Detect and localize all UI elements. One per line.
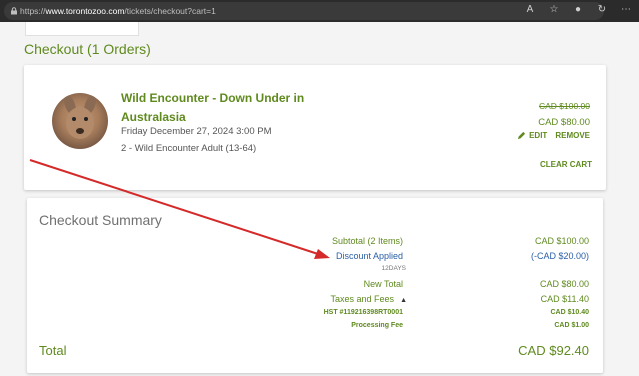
processing-label: Processing Fee: [351, 322, 403, 329]
discount-value: (-CAD $20.00): [530, 251, 589, 261]
url-path: /tickets/checkout?cart=1: [124, 6, 216, 16]
kangaroo-avatar: [52, 93, 108, 149]
url-prefix: https://: [20, 6, 46, 16]
subtotal-value: CAD $100.00: [534, 236, 589, 246]
pencil-icon: [517, 131, 526, 140]
read-aloud-icon[interactable]: A: [523, 3, 537, 17]
new-total-label: New Total: [363, 279, 403, 289]
processing-value: CAD $1.00: [554, 322, 589, 329]
total-label: Total: [39, 343, 67, 358]
browser-toolbar: https://www.torontozoo.com/tickets/check…: [0, 0, 639, 22]
summary-title: Checkout Summary: [39, 212, 162, 228]
product-date: Friday December 27, 2024 3:00 PM: [121, 126, 272, 137]
taxes-value: CAD $11.40: [540, 294, 589, 304]
checkout-summary-card: Checkout Summary Subtotal (2 Items) CAD …: [27, 198, 603, 373]
checkout-page: Checkout (1 Orders) Wild Encounter - Dow…: [0, 22, 639, 376]
item-actions: EDIT REMOVE: [517, 131, 590, 140]
subtotal-label: Subtotal (2 Items): [331, 236, 403, 246]
edit-label: EDIT: [529, 131, 548, 140]
cart-item-card: Wild Encounter - Down Under in Australas…: [24, 65, 606, 190]
extension-icon[interactable]: ●: [571, 3, 585, 17]
product-name[interactable]: Wild Encounter - Down Under in Australas…: [121, 89, 321, 127]
hst-value: CAD $10.40: [550, 309, 589, 316]
clear-cart-button[interactable]: CLEAR CART: [540, 160, 592, 169]
favorite-star-icon[interactable]: ☆: [547, 3, 561, 17]
discounted-price: CAD $80.00: [538, 117, 590, 128]
remove-button[interactable]: REMOVE: [555, 131, 590, 140]
original-price: CAD $100.00: [538, 101, 590, 111]
discount-label: Discount Applied: [335, 251, 403, 261]
more-icon[interactable]: ⋯: [619, 3, 633, 17]
hst-label: HST #119216398RT0001: [323, 309, 403, 316]
url-host: www.torontozoo.com: [45, 6, 125, 16]
page-title: Checkout (1 Orders): [24, 41, 151, 57]
taxes-toggle[interactable]: Taxes and Fees ▲: [331, 294, 407, 304]
refresh-icon[interactable]: ↻: [595, 3, 609, 17]
taxes-label: Taxes and Fees: [330, 294, 395, 304]
ticket-quantity: 2 - Wild Encounter Adult (13-64): [121, 143, 257, 154]
chevron-up-icon: ▲: [400, 297, 407, 304]
edit-button[interactable]: EDIT: [517, 131, 547, 140]
address-bar[interactable]: https://www.torontozoo.com/tickets/check…: [4, 2, 604, 20]
new-total-value: CAD $80.00: [539, 279, 589, 289]
total-value: CAD $92.40: [518, 343, 589, 358]
discount-code: 12DAYS: [381, 265, 406, 272]
lock-icon: [11, 7, 17, 15]
header-stub: [25, 22, 139, 36]
